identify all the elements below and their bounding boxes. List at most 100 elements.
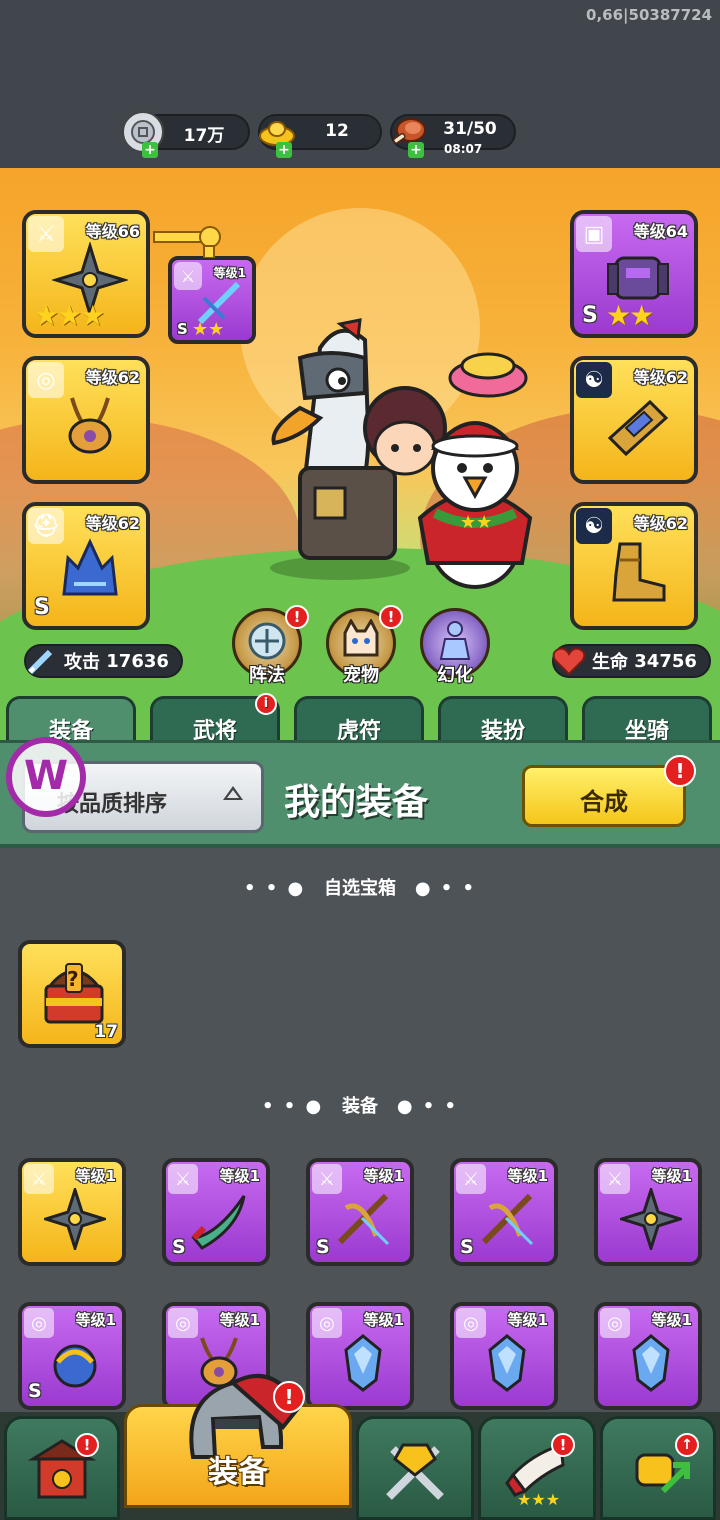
nav-horn-button[interactable]: ★★★ ! xyxy=(478,1416,596,1520)
slot-level: 等级62 xyxy=(633,368,688,387)
slot-level: 等级64 xyxy=(633,222,688,241)
nav-equipment-button[interactable]: 装备 ! xyxy=(124,1373,352,1508)
formation-alert-badge: ! xyxy=(285,605,309,629)
equipment-section-title: • • ● 装备 ● • • xyxy=(0,1092,720,1118)
equipment-item[interactable]: ⚔ 等级1 xyxy=(594,1158,702,1266)
stamina-timer: 08:07 xyxy=(444,142,483,156)
equip-slot-helmet[interactable]: ⛑ 等级62 S xyxy=(22,502,150,630)
heart-icon xyxy=(550,642,588,680)
slot-rank: S xyxy=(582,303,598,328)
item-rank: S xyxy=(316,1236,330,1258)
add-gold-icon[interactable]: + xyxy=(276,142,292,158)
blue-pendant-icon xyxy=(344,1334,382,1392)
shop-alert-badge: ! xyxy=(75,1433,99,1457)
svg-text:★★★: ★★★ xyxy=(517,1490,560,1507)
combine-label: 合成 xyxy=(580,788,628,816)
nav-upgrade-button[interactable]: ↑ xyxy=(600,1416,716,1520)
equip-slot-boots[interactable]: ☯ 等级62 xyxy=(570,502,698,630)
transform-button[interactable]: 幻化 xyxy=(420,608,490,686)
formation-label: 阵法 xyxy=(249,665,285,686)
equipment-item[interactable]: ◎ 等级1 xyxy=(450,1302,558,1410)
bracer-icon xyxy=(607,399,669,457)
item-level: 等级1 xyxy=(75,1311,116,1329)
silver-resource[interactable]: + 17万 xyxy=(122,111,250,158)
item-level: 等级1 xyxy=(219,1311,260,1329)
equip-slot-armor[interactable]: ▣ 等级64 S ★★ xyxy=(570,210,698,338)
slot-level: 等级62 xyxy=(633,514,688,533)
slot-stars: ★★ xyxy=(606,299,654,332)
crossed-swords-icon xyxy=(386,1443,444,1500)
pet-label: 宠物 xyxy=(343,665,379,686)
dragon-amulet-icon xyxy=(53,1344,97,1388)
curved-blade-icon xyxy=(191,1195,246,1250)
nav-battle-button[interactable] xyxy=(356,1416,474,1520)
nav-shop-button[interactable]: ! xyxy=(4,1416,120,1520)
watermark-logo: W xyxy=(6,737,86,817)
slot-level: 等级62 xyxy=(85,368,140,387)
equip-slot-bracer[interactable]: ☯ 等级62 xyxy=(570,356,698,484)
slot-stars: ★★★ xyxy=(34,299,105,332)
decor-dots: • • ● xyxy=(243,878,306,899)
equip-slot-necklace[interactable]: ◎ 等级62 xyxy=(22,356,150,484)
selectable-chest-item[interactable]: ? 17 xyxy=(18,940,126,1048)
slot-rank: S xyxy=(177,320,188,338)
equipment-item[interactable]: ⚔ 等级1 S xyxy=(306,1158,414,1266)
add-stamina-icon[interactable]: + xyxy=(408,142,424,158)
item-level: 等级1 xyxy=(219,1167,260,1185)
helmet-icon xyxy=(62,538,118,596)
decor-dots: ● • • xyxy=(414,878,477,899)
sort-arrow-up-icon xyxy=(223,786,243,800)
combine-button[interactable]: 合成 xyxy=(522,765,686,827)
crossbow-icon xyxy=(481,1193,534,1246)
hp-stat: 生命 34756 xyxy=(552,644,711,678)
slot-stars: ★★ xyxy=(192,319,225,340)
add-silver-icon[interactable]: + xyxy=(142,142,158,158)
equipment-item[interactable]: ◎ 等级1 xyxy=(306,1302,414,1410)
svg-text:★★: ★★ xyxy=(460,512,492,533)
svg-text:?: ? xyxy=(67,967,79,991)
stamina-resource[interactable]: + 31/50 08:07 xyxy=(390,114,516,158)
link-key-icon xyxy=(153,226,221,258)
item-level: 等级1 xyxy=(507,1311,548,1329)
hp-label: 生命 xyxy=(592,652,628,673)
equipment-item[interactable]: ◎ 等级1 xyxy=(594,1302,702,1410)
stamina-value: 31/50 xyxy=(443,119,497,139)
transform-label: 幻化 xyxy=(437,665,473,686)
slot-level: 等级66 xyxy=(85,222,140,241)
item-rank: S xyxy=(460,1236,474,1258)
pet-button[interactable]: 宠物 ! xyxy=(326,605,403,686)
hero-characters[interactable]: ★★ xyxy=(260,318,550,598)
combine-alert-badge: ! xyxy=(664,755,696,787)
item-level: 等级1 xyxy=(651,1167,692,1185)
item-level: 等级1 xyxy=(363,1311,404,1329)
panel-title: 我的装备 xyxy=(284,782,429,823)
equipment-alert-badge: ! xyxy=(273,1381,305,1413)
blue-pendant-icon xyxy=(488,1334,526,1392)
equipment-item[interactable]: ⚔ 等级1 S xyxy=(450,1158,558,1266)
item-level: 等级1 xyxy=(507,1167,548,1185)
slot-level: 等级62 xyxy=(85,514,140,533)
crossbow-icon xyxy=(337,1193,390,1246)
item-rank: S xyxy=(28,1380,42,1402)
hp-value: 34756 xyxy=(634,650,697,672)
gold-resource[interactable]: + 12 xyxy=(258,114,382,158)
equip-slot-pet-weapon[interactable]: ⚔ 等级1 S ★★ xyxy=(168,256,256,344)
equipment-item[interactable]: ⚔ 等级1 S xyxy=(162,1158,270,1266)
upgrade-alert-badge: ↑ xyxy=(675,1433,699,1457)
decor-dots: ● • • xyxy=(396,1096,459,1117)
chest-section-label: 自选宝箱 xyxy=(324,878,396,899)
item-level: 等级1 xyxy=(363,1167,404,1185)
pet-alert-badge: ! xyxy=(379,605,403,629)
chest-section-title: • • ● 自选宝箱 ● • • xyxy=(0,874,720,900)
equipment-item[interactable]: ⚔ 等级1 xyxy=(18,1158,126,1266)
slot-rank: S xyxy=(34,595,50,620)
build-id-text: 0,66|50387724 xyxy=(586,6,712,24)
attack-sword-icon xyxy=(22,642,60,680)
item-level: 等级1 xyxy=(651,1311,692,1329)
attack-value: 17636 xyxy=(106,650,169,672)
gold-value: 12 xyxy=(325,121,349,141)
item-count: 17 xyxy=(94,1022,118,1042)
equipment-item[interactable]: ◎ 等级1 S xyxy=(18,1302,126,1410)
equip-slot-weapon[interactable]: ⚔ 等级66 ★★★ xyxy=(22,210,150,338)
formation-button[interactable]: 阵法 ! xyxy=(232,605,309,686)
